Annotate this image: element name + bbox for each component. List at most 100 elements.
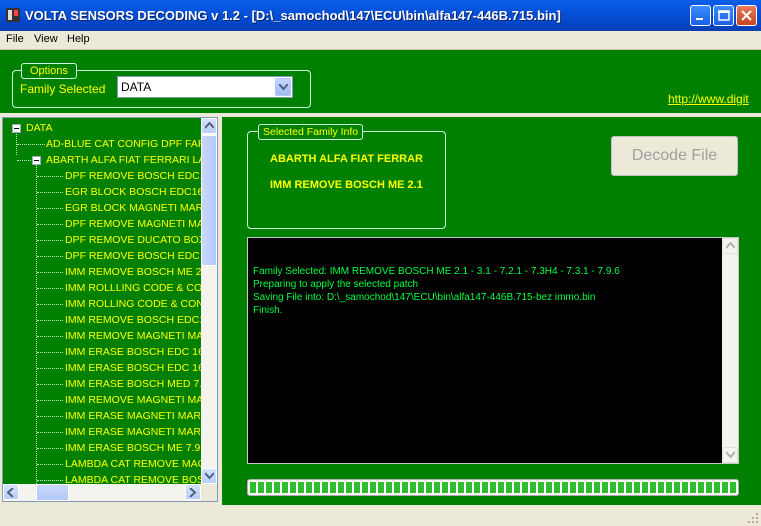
family-tree: DATA AD-BLUE CAT CONFIG DPF FAP ABARTH AL… — [2, 117, 218, 502]
tree-collapse-toggle[interactable] — [32, 156, 41, 165]
tree-node-patch[interactable]: LAMBDA CAT REMOVE MAGN — [65, 456, 201, 472]
tree-line — [37, 320, 63, 321]
tree-node-patch[interactable]: DPF REMOVE MAGNETI MAR — [65, 216, 201, 232]
maximize-button[interactable] — [713, 5, 734, 26]
maximize-icon — [718, 10, 730, 21]
log-line: Family Selected: IMM REMOVE BOSCH ME 2.1… — [253, 266, 620, 277]
tree-node-patch[interactable]: IMM REMOVE MAGNETI MAR — [65, 392, 201, 408]
log-line: Saving File into: D:\_samochod\147\ECU\b… — [253, 292, 596, 303]
tree-node-patch[interactable]: IMM ERASE BOSCH EDC 16C — [65, 344, 201, 360]
tree-node-patch[interactable]: IMM ROLLLING CODE & CON — [65, 280, 201, 296]
tree-vertical-scrollbar[interactable] — [201, 118, 217, 484]
log-line: Finish. — [253, 305, 283, 316]
info-family: ABARTH ALFA FIAT FERRAR — [270, 153, 423, 165]
tree-line — [37, 384, 63, 385]
close-icon — [741, 10, 752, 21]
window-title: VOLTA SENSORS DECODING v 1.2 - [D:\_samo… — [25, 8, 561, 23]
tree-line — [37, 480, 63, 481]
tree-line — [37, 432, 63, 433]
menu-help[interactable]: Help — [67, 33, 90, 45]
app-window: VOLTA SENSORS DECODING v 1.2 - [D:\_samo… — [0, 0, 761, 526]
tree-line — [37, 400, 63, 401]
log-line: Preparing to apply the selected patch — [253, 279, 419, 290]
scroll-right-button[interactable] — [185, 484, 201, 500]
tree-line — [37, 416, 63, 417]
scroll-down-button[interactable] — [201, 468, 217, 484]
resize-grip-icon[interactable] — [747, 512, 759, 524]
progress-fill — [250, 482, 736, 493]
tree-line — [37, 288, 63, 289]
tree-line — [36, 164, 37, 484]
scroll-corner — [201, 484, 217, 501]
chevron-up-icon — [726, 242, 735, 249]
chevron-left-icon — [7, 488, 14, 497]
options-panel: Options Family Selected DATA http://www.… — [0, 50, 761, 113]
main-panel: Selected Family Info ABARTH ALFA FIAT FE… — [222, 117, 761, 505]
tree-line — [37, 352, 63, 353]
menu-bar: File View Help — [0, 31, 761, 50]
tree-node-patch[interactable]: IMM ERASE BOSCH EDC 16C — [65, 360, 201, 376]
tree-line — [37, 464, 63, 465]
family-select-value: DATA — [121, 80, 152, 94]
dropdown-button[interactable] — [275, 78, 291, 96]
tree-line — [37, 368, 63, 369]
tree-node-family[interactable]: ABARTH ALFA FIAT FERRARI LA — [46, 152, 201, 168]
tree-node-patch[interactable]: IMM ERASE MAGNETI MAREL — [65, 408, 201, 424]
scroll-left-button[interactable] — [3, 484, 19, 500]
scroll-up-button[interactable] — [722, 238, 738, 254]
tree-node-patch[interactable]: IMM ROLLING CODE & CONF — [65, 296, 201, 312]
close-button[interactable] — [736, 5, 757, 26]
scroll-thumb[interactable] — [36, 484, 69, 501]
website-link[interactable]: http://www.digit — [668, 92, 749, 106]
tree-line — [37, 448, 63, 449]
chevron-down-icon — [279, 84, 288, 90]
tree-line — [17, 160, 31, 161]
tree-root[interactable]: DATA — [26, 120, 52, 136]
scroll-up-button[interactable] — [201, 118, 217, 134]
progress-bar — [247, 479, 739, 496]
info-patch: IMM REMOVE BOSCH ME 2.1 — [270, 179, 423, 191]
menu-view[interactable]: View — [34, 33, 58, 45]
tree-horizontal-scrollbar[interactable] — [3, 484, 201, 501]
title-bar[interactable]: VOLTA SENSORS DECODING v 1.2 - [D:\_samo… — [0, 0, 761, 32]
options-group: Options Family Selected DATA — [12, 63, 311, 108]
tree-node-family[interactable]: AD-BLUE CAT CONFIG DPF FAP — [46, 136, 201, 152]
tree-line — [37, 192, 63, 193]
decode-file-button[interactable]: Decode File — [611, 136, 738, 176]
tree-line — [37, 336, 63, 337]
tree-node-patch[interactable]: EGR BLOCK MAGNETI MAREL — [65, 200, 201, 216]
tree-content: DATA AD-BLUE CAT CONFIG DPF FAP ABARTH AL… — [3, 118, 201, 484]
chevron-down-icon — [205, 472, 214, 480]
tree-line — [37, 256, 63, 257]
minimize-button[interactable] — [690, 5, 711, 26]
tree-line — [37, 208, 63, 209]
tree-node-patch[interactable]: IMM ERASE BOSCH MED 7.6 — [65, 376, 201, 392]
tree-line — [37, 304, 63, 305]
scroll-down-button[interactable] — [722, 447, 738, 463]
tree-line — [37, 224, 63, 225]
tree-node-patch[interactable]: DPF REMOVE BOSCH EDC16 — [65, 168, 201, 184]
scroll-thumb[interactable] — [201, 135, 217, 266]
menu-file[interactable]: File — [6, 33, 24, 45]
tree-line — [37, 176, 63, 177]
chevron-down-icon — [726, 451, 735, 459]
tree-node-patch[interactable]: IMM REMOVE BOSCH EDC16 — [65, 312, 201, 328]
selected-family-info: Selected Family Info ABARTH ALFA FIAT FE… — [247, 124, 446, 229]
tree-node-patch[interactable]: EGR BLOCK BOSCH EDC16C — [65, 184, 201, 200]
family-select[interactable]: DATA — [117, 76, 293, 98]
tree-node-patch[interactable]: IMM REMOVE BOSCH ME 2.1 — [65, 264, 201, 280]
tree-node-patch[interactable]: LAMBDA CAT REMOVE BOSC — [65, 472, 201, 484]
chevron-up-icon — [205, 122, 214, 129]
tree-node-patch[interactable]: DPF REMOVE BOSCH EDC 17 — [65, 248, 201, 264]
info-legend: Selected Family Info — [258, 124, 364, 140]
options-legend: Options — [21, 63, 77, 79]
tree-node-patch[interactable]: IMM ERASE MAGNETI MAREL — [65, 424, 201, 440]
minimize-icon — [696, 18, 703, 20]
tree-collapse-toggle[interactable] — [12, 124, 21, 133]
tree-line — [37, 240, 63, 241]
log-output[interactable]: Family Selected: IMM REMOVE BOSCH ME 2.1… — [247, 237, 739, 464]
log-vertical-scrollbar[interactable] — [722, 238, 738, 463]
tree-node-patch[interactable]: DPF REMOVE DUCATO BOXE — [65, 232, 201, 248]
tree-node-patch[interactable]: IMM REMOVE MAGNETI MAR — [65, 328, 201, 344]
tree-node-patch[interactable]: IMM ERASE BOSCH ME 7.9.1 — [65, 440, 201, 456]
